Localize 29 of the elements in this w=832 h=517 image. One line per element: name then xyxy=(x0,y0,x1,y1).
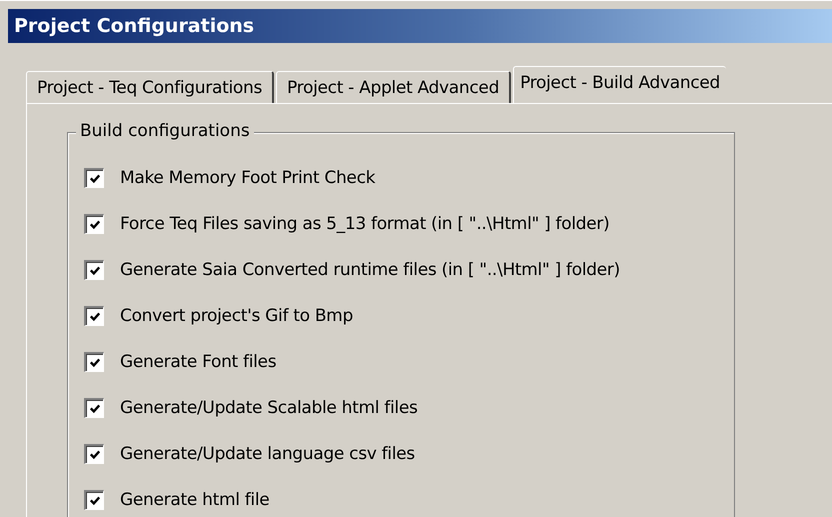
group-title: Build configurations xyxy=(76,121,254,141)
check-icon xyxy=(88,264,100,276)
check-icon xyxy=(88,494,100,506)
tab[interactable]: Project - Applet Advanced xyxy=(276,71,512,103)
tab[interactable]: Project - Teq Configurations xyxy=(26,71,274,103)
check-icon xyxy=(88,218,100,230)
check-icon xyxy=(88,172,100,184)
checkbox-label: Generate Saia Converted runtime files (in [ "..\Html" ] folder) xyxy=(120,260,620,280)
checkbox-label: Generate html file xyxy=(120,490,270,510)
checkbox[interactable] xyxy=(84,398,104,418)
checkbox-label: Convert project's Gif to Bmp xyxy=(120,306,353,326)
tab[interactable]: Project - Build Advanced xyxy=(513,66,726,103)
checkbox-label: Force Teq Files saving as 5_13 format (in [ "..\Html" ] folder) xyxy=(120,214,610,234)
checkbox[interactable] xyxy=(84,444,104,464)
check-icon xyxy=(88,448,100,460)
checkbox[interactable] xyxy=(84,214,104,234)
window-title: Project Configurations xyxy=(8,9,832,43)
check-icon xyxy=(88,402,100,414)
checkbox-label: Make Memory Foot Print Check xyxy=(120,168,376,188)
check-icon xyxy=(88,356,100,368)
checkbox[interactable] xyxy=(84,490,104,510)
checkbox[interactable] xyxy=(84,352,104,372)
checkbox-label: Generate Font files xyxy=(120,352,276,372)
checkbox-label: Generate/Update language csv files xyxy=(120,444,415,464)
checkbox[interactable] xyxy=(84,168,104,188)
checkbox[interactable] xyxy=(84,306,104,326)
check-icon xyxy=(88,310,100,322)
checkbox[interactable] xyxy=(84,260,104,280)
checkbox-label: Generate/Update Scalable html files xyxy=(120,398,418,418)
